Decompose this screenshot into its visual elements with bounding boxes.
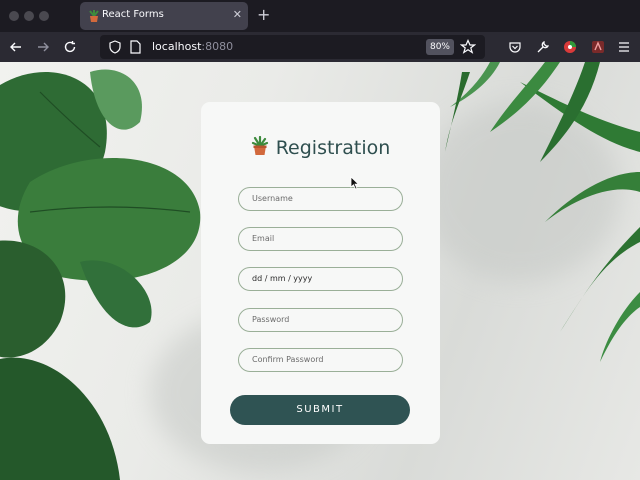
registration-title: Registration: [275, 137, 391, 159]
registration-card: Registration Username Email dd / mm / yy…: [201, 102, 440, 444]
url-bar[interactable]: localhost:8080 80%: [100, 35, 485, 59]
extension2-button[interactable]: [589, 38, 607, 56]
pocket-button[interactable]: [506, 38, 524, 56]
date-of-birth-input[interactable]: dd / mm / yyyy: [238, 267, 403, 291]
extension2-icon: [592, 41, 604, 53]
minimize-window-button[interactable]: [24, 11, 34, 21]
registration-heading: Registration: [201, 136, 440, 159]
plant-icon: [89, 10, 99, 22]
extension-button[interactable]: [561, 38, 579, 56]
close-icon[interactable]: ✕: [233, 8, 242, 21]
menu-icon: [619, 42, 629, 52]
menu-button[interactable]: [615, 38, 633, 56]
wrench-icon: [537, 40, 550, 53]
leaf: [445, 72, 470, 152]
password-input[interactable]: Password: [238, 308, 403, 332]
reload-button[interactable]: [61, 38, 79, 56]
leaf: [600, 292, 640, 362]
potted-plant-icon: [251, 136, 268, 155]
nav-bar: localhost:8080 80%: [0, 32, 640, 62]
devtools-button[interactable]: [534, 38, 552, 56]
back-button[interactable]: [7, 38, 25, 56]
pocket-icon: [509, 42, 521, 53]
tab-title: React Forms: [102, 9, 164, 20]
forward-icon: [38, 42, 49, 52]
leaf: [0, 357, 120, 480]
shield-icon[interactable]: [109, 40, 121, 54]
leaf: [545, 172, 640, 222]
confirm-password-input[interactable]: Confirm Password: [238, 348, 403, 372]
url-text[interactable]: localhost:8080: [152, 40, 233, 53]
star-icon[interactable]: [460, 39, 476, 55]
extension-icon: [564, 41, 576, 53]
url-host: localhost: [152, 40, 202, 53]
zoom-level-badge[interactable]: 80%: [426, 39, 454, 55]
close-window-button[interactable]: [9, 11, 19, 21]
submit-button[interactable]: SUBMIT: [230, 395, 410, 425]
url-port: :8080: [201, 40, 234, 53]
page-icon[interactable]: [129, 40, 141, 54]
mouse-cursor-icon: [350, 176, 360, 190]
new-tab-button[interactable]: +: [257, 5, 270, 24]
forward-button[interactable]: [34, 38, 52, 56]
tab-bar: React Forms ✕ +: [0, 0, 640, 32]
email-input[interactable]: Email: [238, 227, 403, 251]
back-icon: [10, 42, 21, 52]
page-viewport: Registration Username Email dd / mm / yy…: [0, 62, 640, 480]
tab-react-forms[interactable]: React Forms ✕: [80, 2, 248, 30]
maximize-window-button[interactable]: [39, 11, 49, 21]
username-input[interactable]: Username: [238, 187, 403, 211]
reload-icon: [64, 41, 76, 53]
